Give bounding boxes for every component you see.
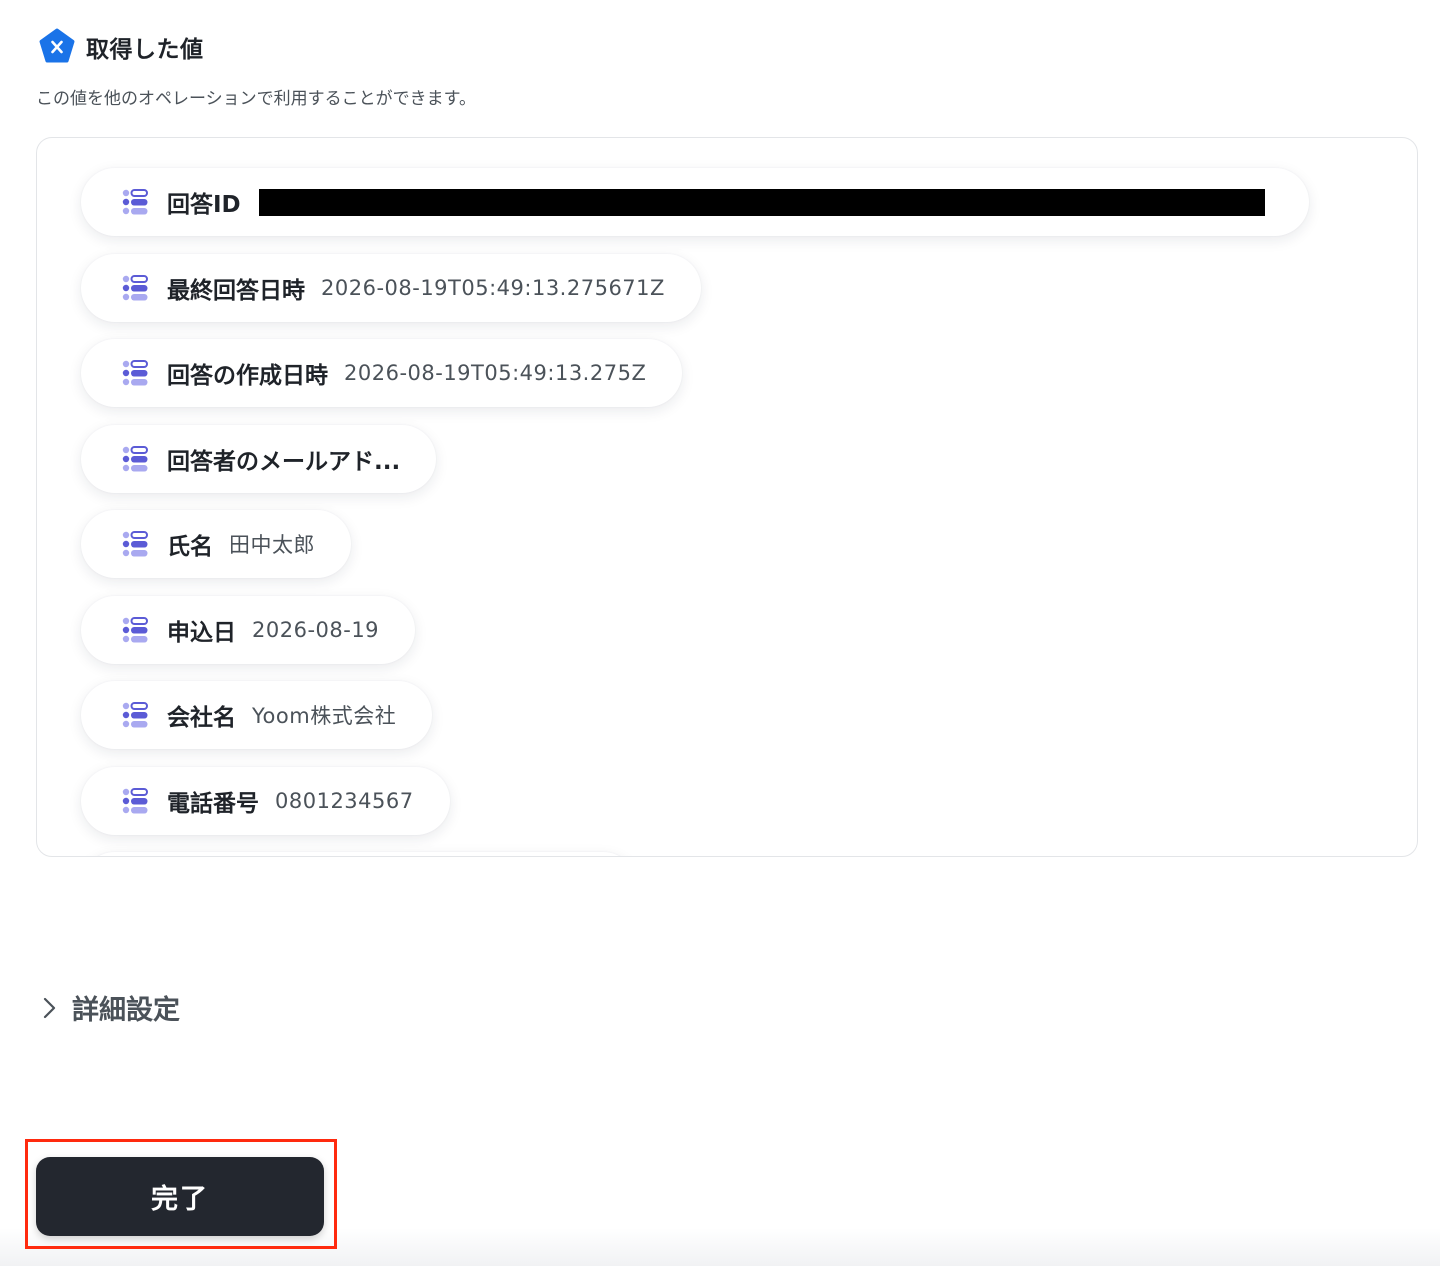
variable-pill-last-answered-at[interactable]: 最終回答日時 2026-08-19T05:49:13.275671Z	[81, 254, 701, 322]
variable-value: 2026-08-19T05:49:13.275Z	[344, 361, 647, 385]
variables-panel[interactable]: 回答ID 最終回答日時 2026-08-19T05:49:13.275671Z …	[36, 137, 1418, 857]
done-button[interactable]: 完了	[36, 1157, 324, 1236]
page-title: 取得した値	[86, 37, 204, 63]
variable-list-icon	[122, 189, 148, 215]
variable-label: 回答者のメールアド...	[167, 449, 401, 475]
page-header: 取得した値	[38, 28, 204, 66]
variable-list-icon	[122, 788, 148, 814]
advanced-settings-label: 詳細設定	[72, 995, 180, 1026]
page-subtitle: この値を他のオペレーションで利用することができます。	[36, 89, 476, 109]
variable-label: 回答ID	[167, 192, 241, 218]
variable-list-icon	[122, 617, 148, 643]
variable-pill-application-date[interactable]: 申込日 2026-08-19	[81, 596, 416, 664]
variable-label: 申込日	[167, 620, 236, 646]
advanced-settings-toggle[interactable]: 詳細設定	[40, 988, 180, 1027]
variable-list-icon	[122, 702, 148, 728]
variable-label: 電話番号	[167, 791, 259, 817]
variable-value: 2026-08-19T05:49:13.275671Z	[321, 276, 665, 300]
variable-list-icon	[122, 275, 148, 301]
variable-value: 2026-08-19	[252, 618, 380, 642]
variable-pill-partial[interactable]	[81, 852, 637, 856]
variable-value: 0801234567	[275, 789, 414, 813]
yoom-x-logo-icon	[39, 28, 75, 63]
variable-pill-created-at[interactable]: 回答の作成日時 2026-08-19T05:49:13.275Z	[81, 339, 683, 407]
variable-pill-phone-number[interactable]: 電話番号 0801234567	[81, 767, 450, 835]
chevron-right-icon	[43, 997, 56, 1018]
variable-pill-response-id[interactable]: 回答ID	[81, 168, 1309, 236]
variable-list-icon	[122, 446, 148, 472]
variable-list-icon	[122, 531, 148, 557]
variable-pill-name[interactable]: 氏名 田中太郎	[81, 510, 351, 578]
variable-pill-company-name[interactable]: 会社名 Yoom株式会社	[81, 681, 433, 749]
variable-list-icon	[122, 360, 148, 386]
variable-value: 田中太郎	[229, 533, 315, 557]
redacted-value	[258, 188, 1265, 216]
variable-label: 回答の作成日時	[167, 363, 328, 389]
variable-value: Yoom株式会社	[252, 704, 397, 728]
variable-pill-respondent-email[interactable]: 回答者のメールアド...	[81, 425, 437, 493]
variable-label: 最終回答日時	[167, 278, 305, 304]
variable-label: 会社名	[167, 705, 236, 731]
variable-label: 氏名	[167, 534, 213, 560]
